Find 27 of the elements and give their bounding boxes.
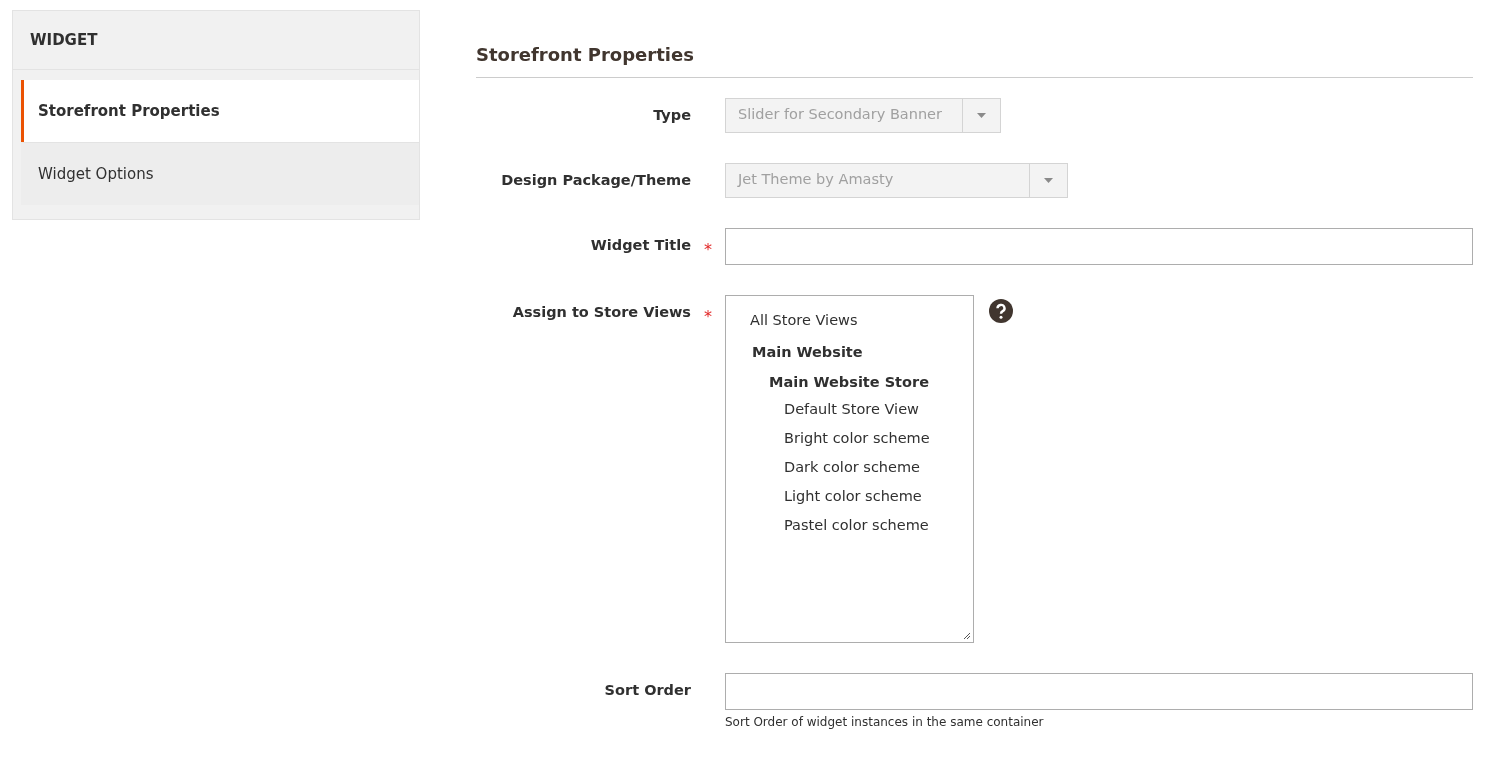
text-input-field[interactable] [725, 228, 1473, 265]
sidebar-title: WIDGET [13, 11, 419, 70]
field-label: Type [653, 107, 691, 123]
store-view-option[interactable]: Bright color scheme [726, 424, 973, 453]
option-group-label: Main Website [751, 343, 864, 362]
resize-grip-icon[interactable] [963, 632, 971, 640]
store-view-option[interactable]: Dark color scheme [726, 453, 973, 482]
sidebar-tab[interactable]: Widget Options [21, 142, 419, 205]
sidebar-tab[interactable]: Storefront Properties [21, 80, 419, 142]
help-icon[interactable] [989, 299, 1013, 323]
caret-icon [1044, 178, 1053, 183]
field-label: Design Package/Theme [501, 172, 691, 188]
section-title: Storefront Properties [476, 44, 1473, 78]
required-asterisk: * [704, 307, 712, 326]
field-label: Assign to Store Views [512, 304, 691, 320]
text-input-field[interactable] [725, 673, 1473, 710]
field-label: Widget Title [590, 237, 691, 253]
field-label: Sort Order [604, 682, 691, 698]
store-view-option[interactable]: Pastel color scheme [726, 511, 973, 540]
field-note: Sort Order of widget instances in the same container [725, 715, 1045, 729]
option-group-label: Main Website Store [768, 373, 930, 392]
required-asterisk: * [704, 240, 712, 259]
store-view-option[interactable]: Default Store View [726, 395, 973, 424]
store-views-listbox[interactable]: All Store Views Main Website Main Website Store Default Store View Bright color scheme Dark color scheme Light color scheme Pastel color scheme [725, 295, 974, 643]
store-view-option[interactable]: All Store Views [726, 306, 973, 335]
caret-icon [977, 113, 986, 118]
store-view-option[interactable]: Light color scheme [726, 482, 973, 511]
